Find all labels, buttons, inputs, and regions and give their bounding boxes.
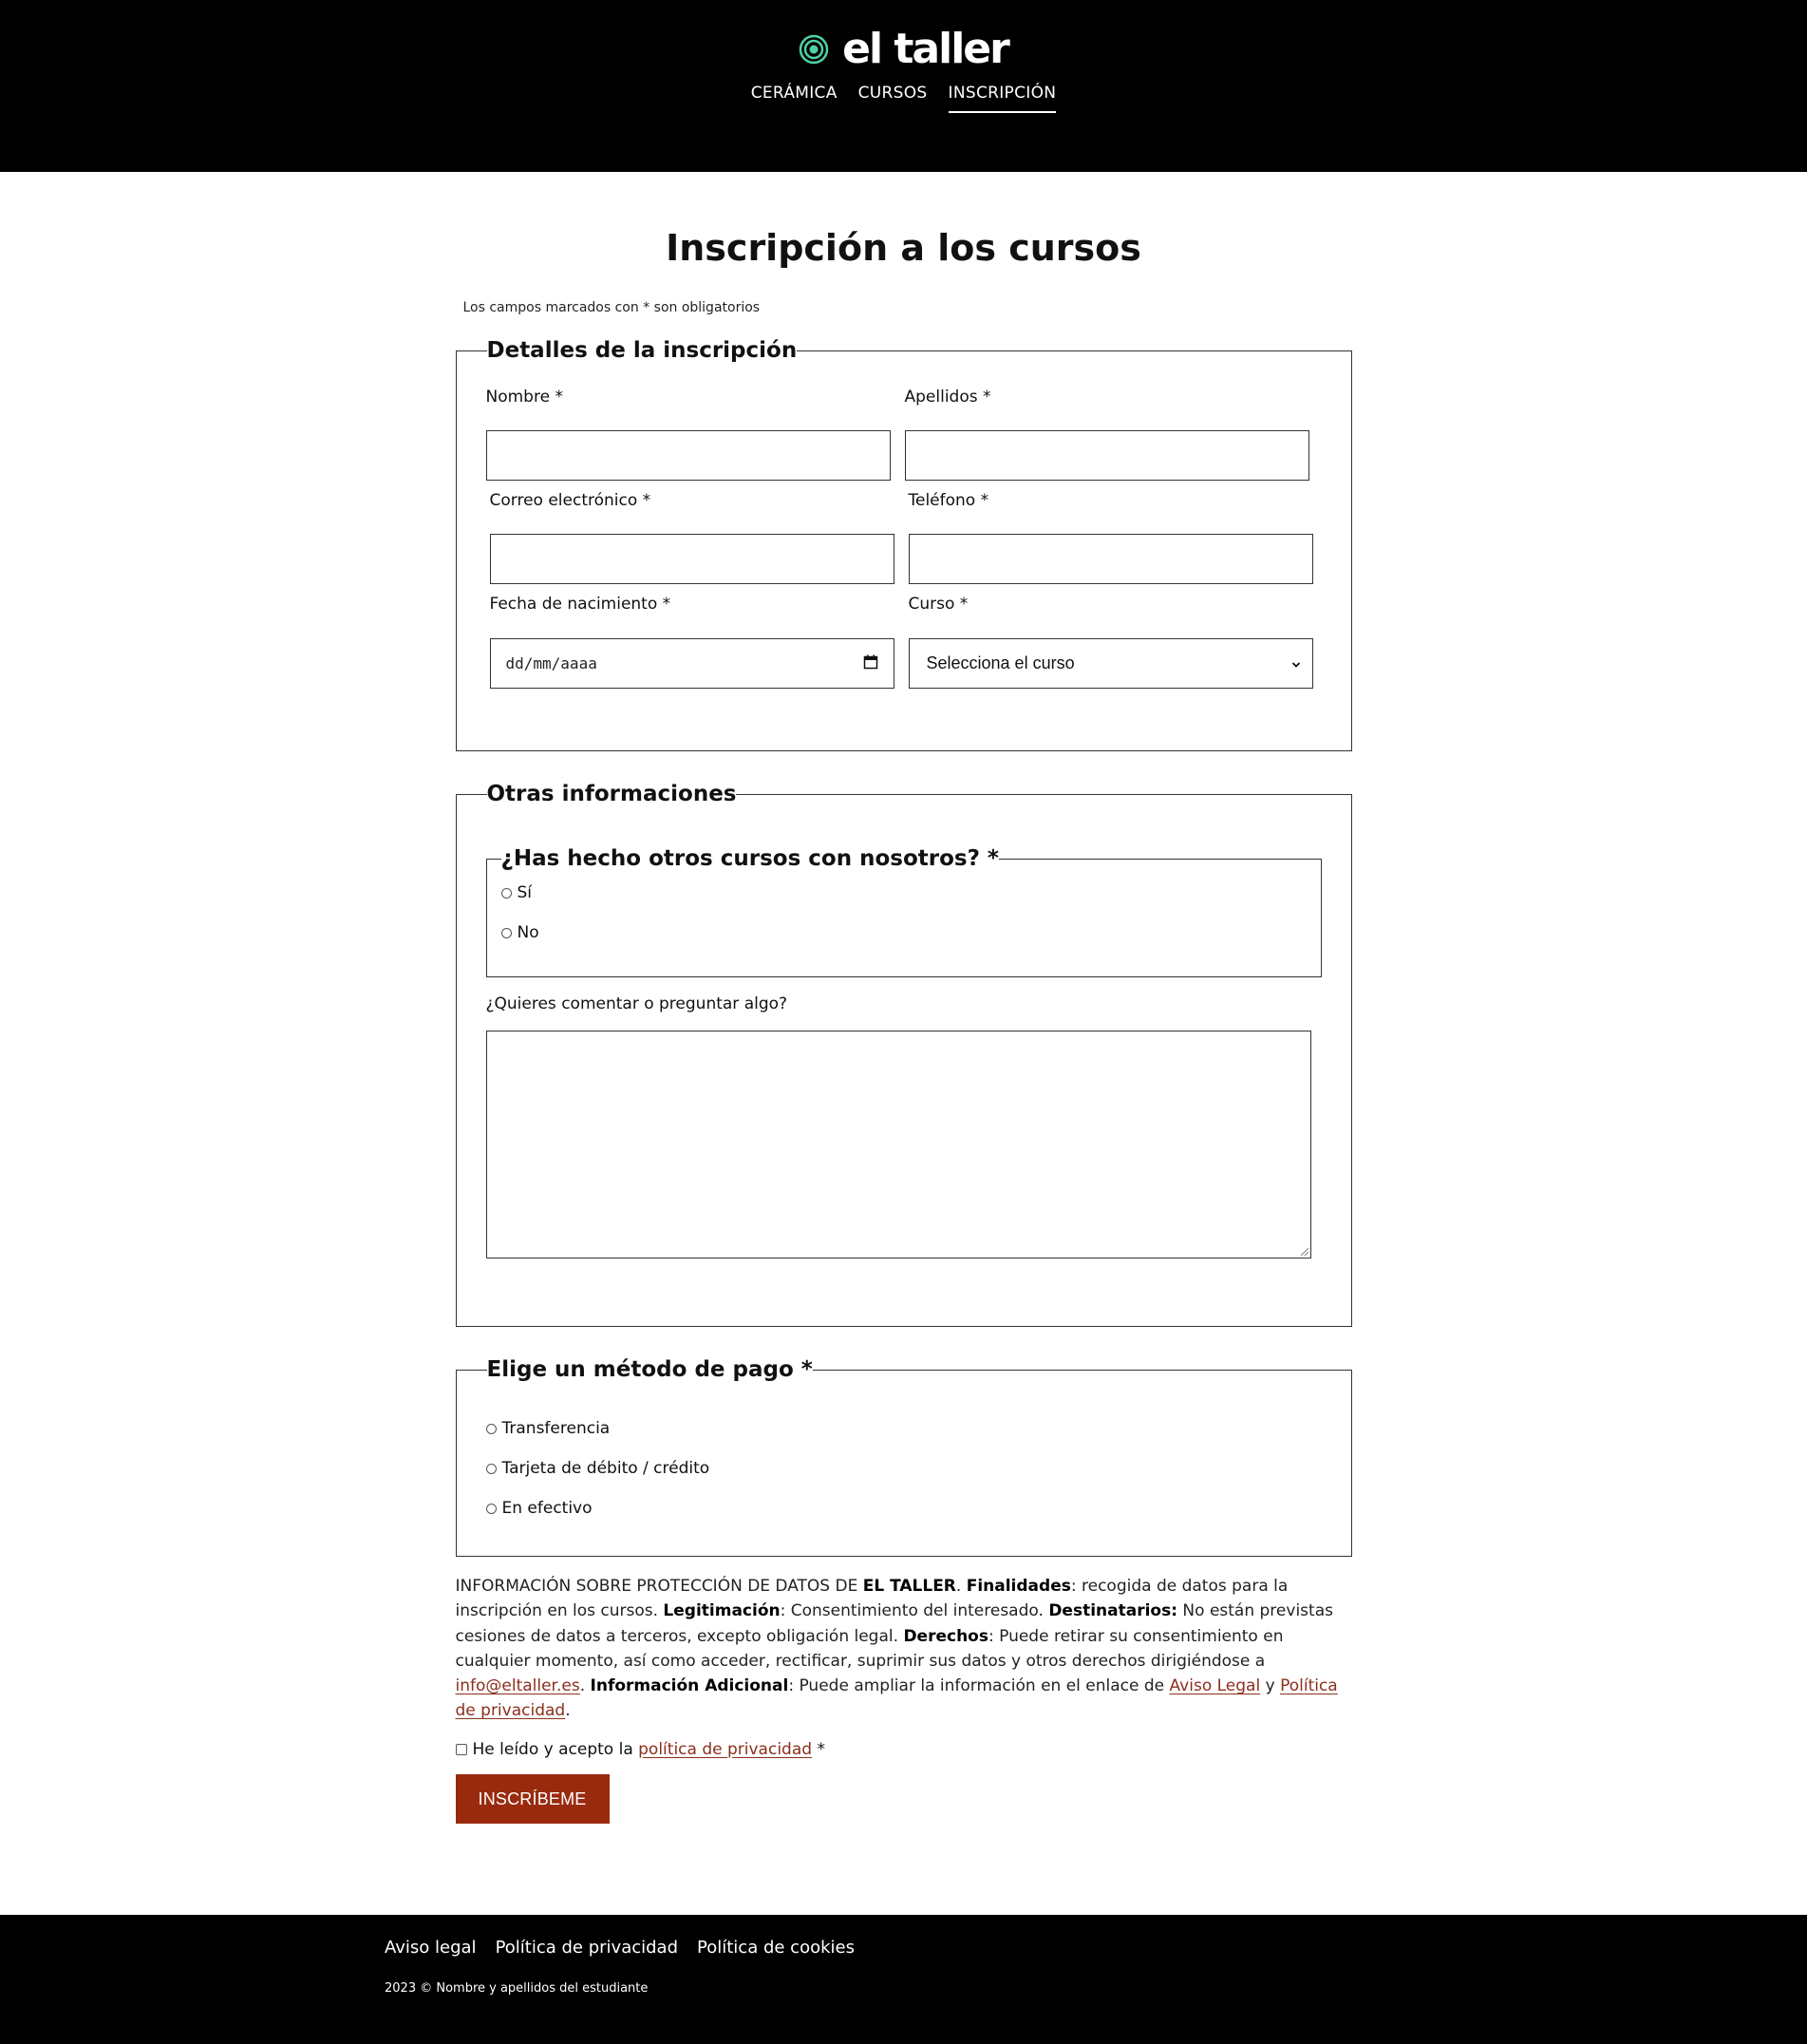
submit-button[interactable]: INSCRÍBEME	[455, 1773, 610, 1824]
field-email: Correo electrónico *	[489, 491, 894, 584]
curso-selected-value: Selecciona el curso	[926, 653, 1075, 672]
nombre-input[interactable]	[485, 430, 891, 481]
nav-link-ceramica[interactable]: CERÁMICA	[751, 84, 838, 113]
footer-link-aviso-legal[interactable]: Aviso legal	[385, 1938, 477, 1958]
field-telefono: Teléfono *	[908, 491, 1313, 584]
fieldset-details: Detalles de la inscripción Nombre * Apel…	[455, 338, 1352, 751]
fieldset-payment: Elige un método de pago * Transferencia …	[455, 1357, 1352, 1557]
curso-select[interactable]: Selecciona el curso	[908, 638, 1313, 689]
footer-inner: Aviso legal Política de privacidad Polít…	[385, 1938, 855, 1996]
resize-handle-icon[interactable]	[1300, 1248, 1308, 1256]
privacy-text: y	[1260, 1676, 1281, 1696]
required-note: Los campos marcados con * son obligatori…	[462, 300, 761, 315]
privacy-info: INFORMACIÓN SOBRE PROTECCIÓN DE DATOS DE…	[456, 1574, 1352, 1724]
radio-button[interactable]	[500, 927, 512, 938]
privacy-text: .	[565, 1701, 571, 1721]
fecha-placeholder: dd/mm/aaaa	[505, 654, 597, 672]
page-title: Inscripción a los cursos	[666, 227, 1141, 269]
previous-courses-legend: ¿Has hecho otros cursos con nosotros? *	[500, 846, 999, 871]
brand[interactable]: el taller	[0, 25, 1807, 74]
apellidos-input[interactable]	[904, 430, 1309, 481]
comment-textarea[interactable]	[485, 1031, 1311, 1259]
copyright: 2023 © Nombre y apellidos del estudiante	[385, 1981, 649, 1996]
details-row-2: Correo electrónico * Teléfono *	[489, 481, 1322, 584]
site-header: el taller CERÁMICA CURSOS INSCRIPCIÓN	[0, 0, 1807, 172]
comment-label: ¿Quieres comentar o preguntar algo?	[485, 994, 788, 1013]
radio-option-no[interactable]: No	[500, 922, 1307, 943]
fecha-label: Fecha de nacimiento *	[489, 595, 671, 614]
radio-button[interactable]	[500, 887, 512, 899]
fieldset-previous-courses: ¿Has hecho otros cursos con nosotros? * …	[485, 846, 1322, 977]
email-link[interactable]: info@eltaller.es	[456, 1676, 580, 1695]
accept-privacy-row: He leído y acepto la política de privaci…	[455, 1740, 1352, 1759]
apellidos-label: Apellidos *	[904, 388, 991, 407]
privacy-bold: Legitimación	[663, 1601, 781, 1621]
fieldset-details-legend: Detalles de la inscripción	[486, 338, 798, 363]
privacy-text: INFORMACIÓN SOBRE PROTECCIÓN DE DATOS DE	[455, 1577, 863, 1596]
footer-link-privacidad[interactable]: Política de privacidad	[496, 1938, 678, 1958]
nav-link-cursos[interactable]: CURSOS	[858, 84, 928, 113]
telefono-input[interactable]	[908, 534, 1313, 584]
fieldset-payment-legend: Elige un método de pago *	[486, 1357, 813, 1382]
fieldset-other-legend: Otras informaciones	[486, 782, 737, 806]
main-nav: CERÁMICA CURSOS INSCRIPCIÓN	[0, 84, 1807, 113]
fieldset-other: Otras informaciones ¿Has hecho otros cur…	[455, 782, 1352, 1327]
radio-button[interactable]	[485, 1423, 497, 1434]
field-apellidos: Apellidos *	[904, 388, 1309, 481]
radio-button[interactable]	[485, 1463, 497, 1474]
privacy-text: : Puede ampliar la información en el enl…	[788, 1676, 1170, 1696]
privacy-text: .	[955, 1577, 967, 1596]
required-asterisk: *	[812, 1739, 825, 1759]
footer-links: Aviso legal Política de privacidad Polít…	[385, 1938, 855, 1958]
site-footer: Aviso legal Política de privacidad Polít…	[0, 1915, 1807, 2044]
privacy-bold: Información Adicional	[590, 1676, 789, 1696]
brand-name: el taller	[842, 25, 1010, 73]
field-fecha: Fecha de nacimiento * dd/mm/aaaa	[489, 595, 894, 689]
email-input[interactable]	[489, 534, 894, 584]
radio-option-tarjeta[interactable]: Tarjeta de débito / crédito	[485, 1458, 1322, 1479]
privacy-bold: EL TALLER	[862, 1577, 956, 1596]
chevron-down-icon	[1291, 653, 1301, 673]
privacy-text: .	[579, 1676, 591, 1696]
privacy-bold: Destinatarios:	[1048, 1601, 1178, 1621]
radio-option-efectivo[interactable]: En efectivo	[485, 1498, 1322, 1519]
footer-link-cookies[interactable]: Política de cookies	[697, 1938, 855, 1958]
field-nombre: Nombre *	[485, 388, 891, 481]
details-row-1: Nombre * Apellidos *	[485, 363, 1322, 481]
radio-label: Sí	[517, 883, 533, 902]
privacy-text: : Consentimiento del interesado.	[780, 1601, 1049, 1621]
curso-label: Curso *	[908, 595, 969, 614]
fecha-input[interactable]: dd/mm/aaaa	[489, 638, 894, 689]
radio-option-si[interactable]: Sí	[500, 882, 1307, 903]
nav-link-inscripcion[interactable]: INSCRIPCIÓN	[948, 84, 1057, 113]
radio-option-transferencia[interactable]: Transferencia	[485, 1418, 1322, 1439]
privacy-bold: Finalidades	[966, 1577, 1071, 1596]
field-curso: Curso * Selecciona el curso	[908, 595, 1313, 689]
accept-privacy-checkbox[interactable]	[455, 1743, 467, 1755]
radio-label: Transferencia	[501, 1419, 611, 1438]
accept-text: He leído y acepto la	[472, 1739, 639, 1759]
radio-label: No	[517, 923, 539, 942]
telefono-label: Teléfono *	[908, 491, 989, 510]
email-label: Correo electrónico *	[489, 491, 651, 510]
accept-privacy-label: He leído y acepto la política de privaci…	[473, 1740, 825, 1759]
radio-label: Tarjeta de débito / crédito	[501, 1459, 710, 1478]
aviso-legal-link[interactable]: Aviso Legal	[1170, 1676, 1261, 1695]
details-row-3: Fecha de nacimiento * dd/mm/aaaa Curso *	[489, 584, 1322, 689]
main-content: Inscripción a los cursos Los campos marc…	[455, 172, 1352, 1824]
privacy-bold: Derechos	[903, 1626, 988, 1646]
calendar-icon[interactable]	[863, 654, 878, 673]
accept-privacy-link[interactable]: política de privacidad	[638, 1740, 812, 1759]
nombre-label: Nombre *	[485, 388, 563, 407]
concentric-circles-icon	[799, 34, 829, 65]
radio-label: En efectivo	[501, 1499, 593, 1518]
radio-button[interactable]	[485, 1503, 497, 1514]
